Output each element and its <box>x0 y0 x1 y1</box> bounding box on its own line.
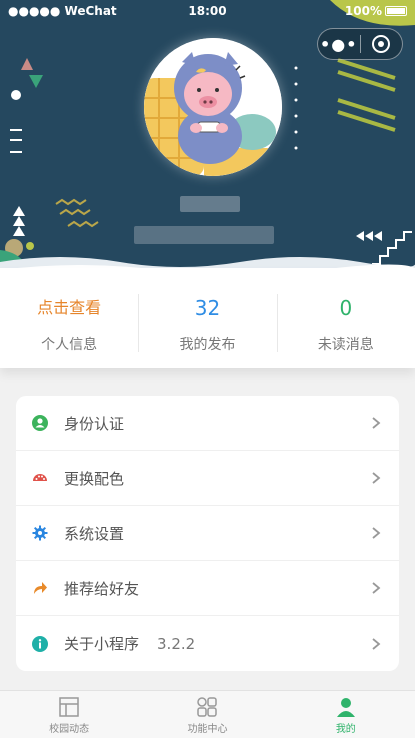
chevron-right-icon <box>372 417 381 429</box>
bottom-tab-bar: 校园动态 功能中心 我的 <box>0 690 415 738</box>
menu-item-label: 关于小程序 3.2.2 <box>64 633 369 654</box>
account-id-redacted <box>134 226 274 244</box>
share-arrow-icon <box>32 580 48 596</box>
battery-percent: 100% <box>344 4 382 18</box>
nickname-redacted <box>180 196 240 212</box>
palette-icon <box>32 470 48 486</box>
profile-page: ●●●●● WeChat 18:00 100% •●• 点击查看 个人信息 32… <box>0 0 415 738</box>
menu-item-identity-verification[interactable]: 身份认证 <box>16 396 399 451</box>
chevron-right-icon <box>372 527 381 539</box>
stat-value: 0 <box>339 296 353 320</box>
battery-indicator: 100% <box>345 4 407 18</box>
mini-program-capsule: •●• <box>317 28 403 60</box>
tab-function-center[interactable]: 功能中心 <box>138 691 276 738</box>
chevron-right-icon <box>372 472 381 484</box>
menu-item-label: 更换配色 <box>64 469 125 488</box>
stat-value: 点击查看 <box>37 298 102 317</box>
menu-item-system-settings[interactable]: 系统设置 <box>16 506 399 561</box>
profile-header: ●●●●● WeChat 18:00 100% •●• <box>0 0 415 282</box>
settings-menu: 身份认证 更换配色 系统设置 推荐给好友 关于小程序 3.2.2 <box>16 396 399 671</box>
menu-item-label: 推荐给好友 <box>64 579 140 598</box>
tab-label: 我的 <box>335 724 356 735</box>
gear-icon <box>32 525 48 541</box>
chevron-right-icon <box>372 637 381 650</box>
stat-value: 32 <box>194 296 221 320</box>
tab-label: 功能中心 <box>187 724 228 735</box>
stat-label: 未读消息 <box>317 337 374 353</box>
stat-my-posts[interactable]: 32 我的发布 <box>138 268 276 368</box>
stat-label: 我的发布 <box>179 337 236 353</box>
chevron-right-icon <box>372 582 381 594</box>
info-icon <box>32 635 48 652</box>
battery-icon <box>385 6 407 16</box>
menu-item-recommend-to-friends[interactable]: 推荐给好友 <box>16 561 399 616</box>
avatar[interactable] <box>144 38 282 176</box>
avatar-illustration <box>144 38 282 176</box>
stat-unread-messages[interactable]: 0 未读消息 <box>276 268 415 368</box>
app-version: 3.2.2 <box>157 635 196 653</box>
menu-item-change-theme[interactable]: 更换配色 <box>16 451 399 506</box>
layout-icon <box>59 697 79 717</box>
stat-profile-info[interactable]: 点击查看 个人信息 <box>0 268 138 368</box>
menu-item-about-mini-program[interactable]: 关于小程序 3.2.2 <box>16 616 399 671</box>
user-circle-icon <box>32 415 48 431</box>
stat-label: 个人信息 <box>41 337 98 353</box>
grid-icon <box>197 697 218 717</box>
about-label: 关于小程序 <box>64 635 140 653</box>
stats-bar: 点击查看 个人信息 32 我的发布 0 未读消息 <box>0 268 415 368</box>
tab-campus-news[interactable]: 校园动态 <box>0 691 138 738</box>
menu-item-label: 系统设置 <box>64 524 125 543</box>
tab-mine[interactable]: 我的 <box>277 691 415 738</box>
status-bar: ●●●●● WeChat 18:00 100% <box>0 0 415 22</box>
close-mini-program-button[interactable] <box>361 35 403 53</box>
menu-item-label: 身份认证 <box>64 414 125 433</box>
more-menu-button[interactable]: •●• <box>318 35 360 54</box>
target-icon <box>372 35 391 53</box>
person-icon <box>336 698 355 717</box>
tab-label: 校园动态 <box>49 724 90 735</box>
